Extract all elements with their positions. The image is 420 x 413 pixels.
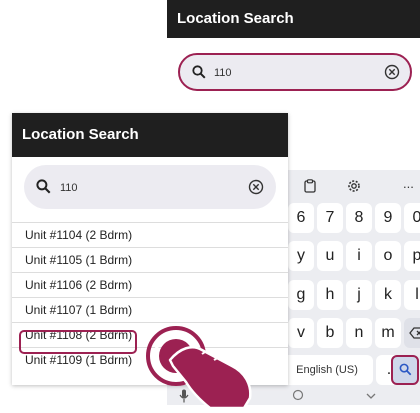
space-key[interactable]: English (US) bbox=[281, 355, 373, 385]
tap-hand-icon bbox=[140, 318, 270, 413]
key-y[interactable]: y bbox=[288, 241, 314, 271]
backspace-key[interactable] bbox=[404, 318, 420, 348]
key-m[interactable]: m bbox=[375, 318, 401, 348]
key-p[interactable]: p bbox=[404, 241, 420, 271]
home-icon[interactable] bbox=[292, 389, 304, 404]
selection-highlight bbox=[19, 330, 137, 354]
search-value: 110 bbox=[214, 67, 232, 79]
gear-icon[interactable] bbox=[347, 179, 361, 196]
key-v[interactable]: v bbox=[288, 318, 314, 348]
page-title: Location Search bbox=[167, 0, 420, 38]
backspace-icon bbox=[409, 324, 420, 341]
list-item[interactable]: Unit #1106 (2 Bdrm) bbox=[12, 272, 288, 296]
clear-icon[interactable] bbox=[384, 64, 400, 85]
key-i[interactable]: i bbox=[346, 241, 372, 271]
search-input[interactable]: 110 bbox=[178, 53, 412, 91]
clear-icon[interactable] bbox=[248, 179, 264, 200]
key-j[interactable]: j bbox=[346, 280, 372, 310]
clipboard-icon[interactable] bbox=[304, 179, 316, 196]
list-item[interactable]: Unit #1105 (1 Bdrm) bbox=[12, 247, 288, 271]
search-key[interactable] bbox=[391, 355, 419, 385]
key-h[interactable]: h bbox=[317, 280, 343, 310]
list-item[interactable]: Unit #1104 (2 Bdrm) bbox=[12, 222, 288, 246]
key-n[interactable]: n bbox=[346, 318, 372, 348]
key-l[interactable]: l bbox=[404, 280, 420, 310]
search-value: 110 bbox=[60, 182, 78, 194]
key-u[interactable]: u bbox=[317, 241, 343, 271]
chevron-down-icon[interactable] bbox=[365, 389, 377, 404]
search-icon bbox=[36, 179, 51, 199]
key-o[interactable]: o bbox=[375, 241, 401, 271]
key-8[interactable]: 8 bbox=[346, 203, 372, 233]
key-6[interactable]: 6 bbox=[288, 203, 314, 233]
page-title: Location Search bbox=[12, 113, 288, 157]
key-9[interactable]: 9 bbox=[375, 203, 401, 233]
key-g[interactable]: g bbox=[288, 280, 314, 310]
key-k[interactable]: k bbox=[375, 280, 401, 310]
search-icon bbox=[192, 65, 206, 84]
key-b[interactable]: b bbox=[317, 318, 343, 348]
search-input[interactable]: 110 bbox=[24, 165, 276, 209]
key-7[interactable]: 7 bbox=[317, 203, 343, 233]
more-tools[interactable]: ... bbox=[403, 176, 414, 191]
key-0[interactable]: 0 bbox=[404, 203, 420, 233]
search-key-icon bbox=[399, 361, 412, 378]
